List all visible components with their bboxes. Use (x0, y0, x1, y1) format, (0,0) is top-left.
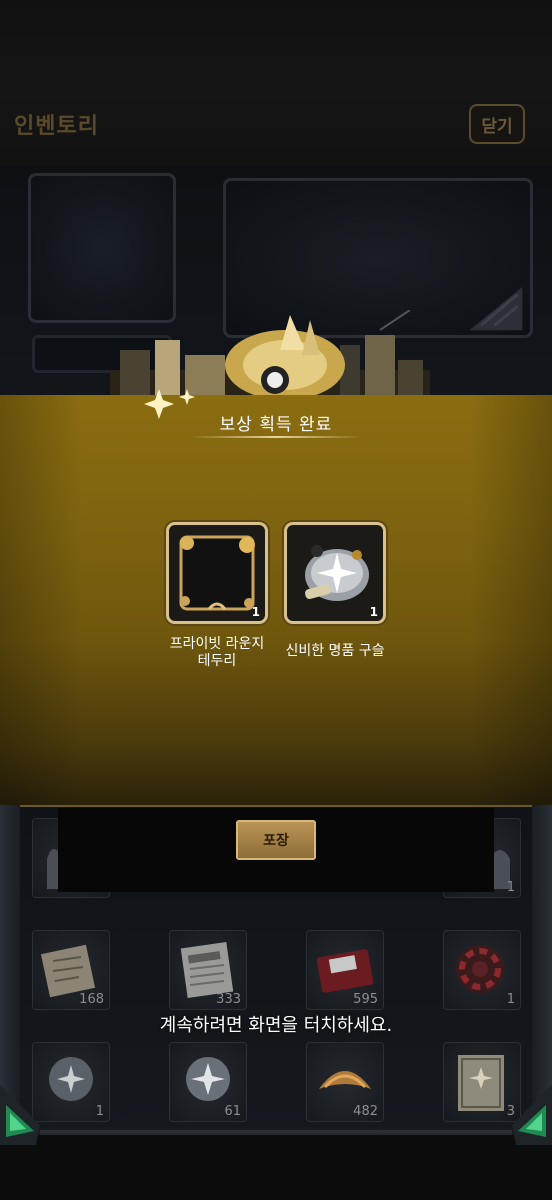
reward-item-name: 프라이빗 라운지 테두리 (152, 636, 282, 670)
touch-to-continue-text: 계속하려면 화면을 터치하세요. (159, 1015, 393, 1036)
item-count: 1 (506, 880, 515, 895)
inventory-slot[interactable]: 595 (306, 930, 384, 1010)
item-count: 61 (224, 1104, 241, 1119)
mystic-orb-icon (305, 545, 369, 601)
reward-item-frame[interactable]: 1 (166, 522, 268, 624)
pack-button[interactable]: 포장 (236, 820, 316, 860)
reward-title: 보상 획득 완료 (219, 415, 333, 435)
close-button-label: 닫기 (481, 116, 513, 137)
left-gem-ornament-icon (0, 1085, 40, 1145)
item-name-line1: 신비한 명품 구슬 (285, 643, 385, 659)
top-header (0, 0, 552, 165)
item-count: 333 (216, 992, 241, 1007)
item-name-line1: 프라이빗 라운지 (169, 636, 265, 652)
item-quantity: 1 (369, 605, 378, 619)
title-divider (190, 436, 362, 438)
bottom-bar (0, 1135, 552, 1200)
frame-border-icon (179, 535, 255, 611)
item-count: 168 (79, 992, 104, 1007)
inventory-slot[interactable]: 1 (443, 930, 521, 1010)
item-count: 1 (95, 1104, 104, 1119)
inventory-slot[interactable]: 482 (306, 1042, 384, 1122)
item-count: 482 (353, 1104, 378, 1119)
item-quantity: 1 (251, 605, 260, 619)
reward-item-orb[interactable]: 1 (284, 522, 386, 624)
inventory-slot[interactable]: 61 (169, 1042, 247, 1122)
item-count: 595 (353, 992, 378, 1007)
reward-item-name: 신비한 명품 구슬 (270, 643, 400, 660)
character-frame-slot[interactable] (28, 173, 176, 323)
right-gem-ornament-icon (512, 1085, 552, 1145)
close-button[interactable]: 닫기 (469, 104, 525, 144)
inventory-slot[interactable]: 168 (32, 930, 110, 1010)
item-count: 1 (506, 992, 515, 1007)
page-title: 인벤토리 (14, 114, 99, 139)
item-name-line2: 테두리 (197, 653, 237, 669)
pack-button-label: 포장 (263, 833, 289, 849)
inventory-slot[interactable]: 333 (169, 930, 247, 1010)
reward-popup-band (0, 395, 552, 805)
